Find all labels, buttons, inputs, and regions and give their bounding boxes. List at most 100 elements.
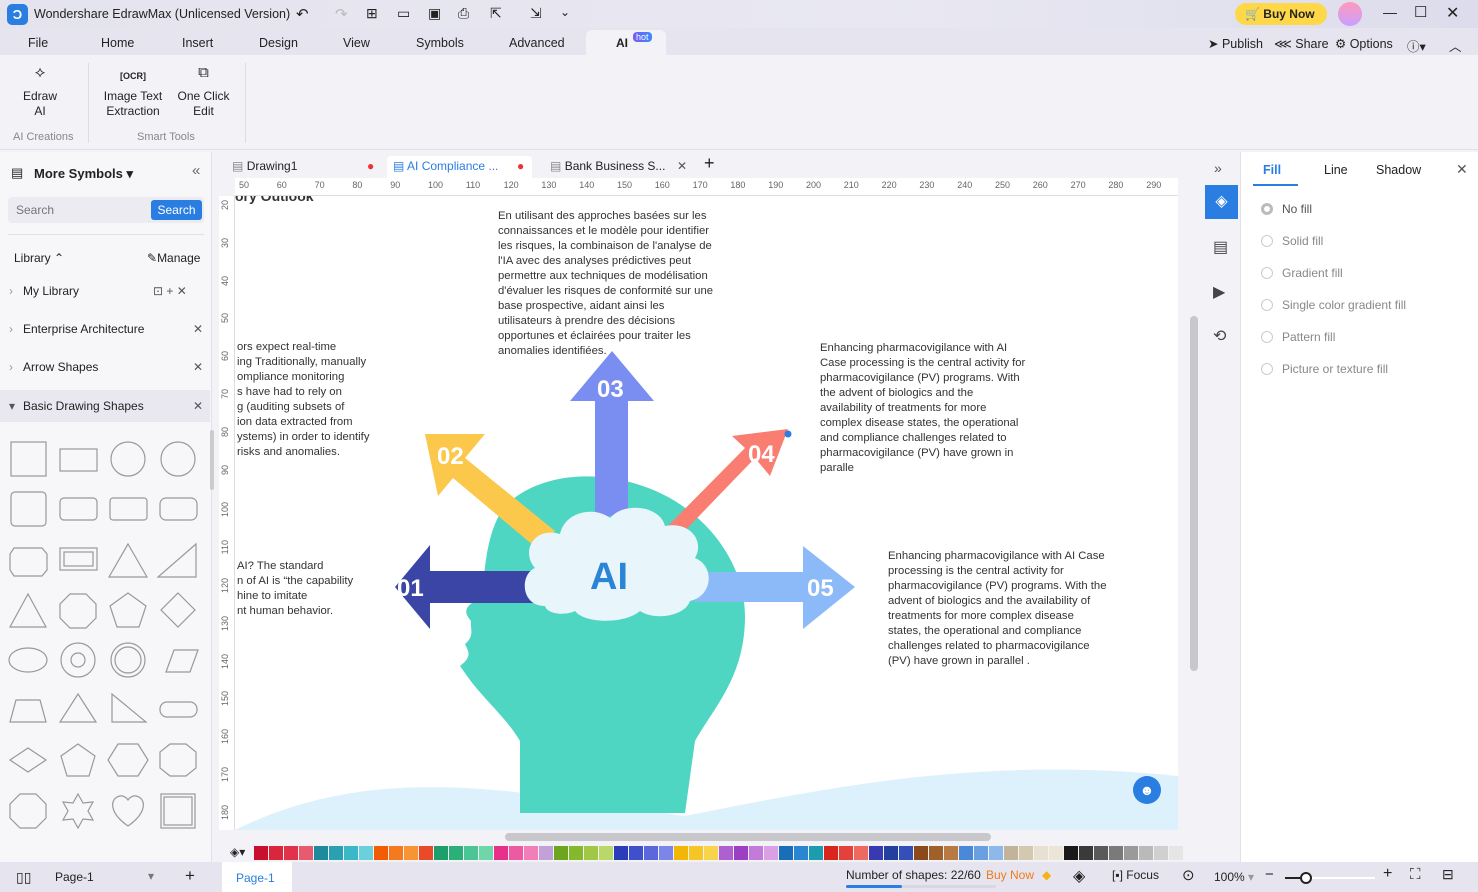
color-swatch[interactable] [929, 846, 943, 860]
color-swatch[interactable] [554, 846, 568, 860]
color-swatch[interactable] [704, 846, 718, 860]
color-swatch[interactable] [1019, 846, 1033, 860]
color-swatch[interactable] [689, 846, 703, 860]
ai-diagram[interactable]: AI 01 02 03 04 05 [235, 196, 1178, 830]
color-swatch[interactable] [614, 846, 628, 860]
open-folder-icon[interactable]: ▭ [397, 5, 410, 22]
shape-pentagon[interactable] [109, 592, 147, 628]
color-swatch[interactable] [404, 846, 418, 860]
option-no-fill[interactable]: No fill [1261, 202, 1312, 216]
shape-rounded-rectangle[interactable] [159, 497, 198, 521]
color-swatch[interactable] [1094, 846, 1108, 860]
color-swatch[interactable] [389, 846, 403, 860]
minimize-icon[interactable]: — [1383, 4, 1397, 20]
redo-icon[interactable]: ↷ [335, 5, 348, 23]
shape-flat-diamond[interactable] [8, 747, 48, 773]
color-swatch[interactable] [479, 846, 493, 860]
shape-star[interactable] [61, 792, 95, 830]
shape-pentagon[interactable] [60, 743, 96, 777]
color-swatch[interactable] [989, 846, 1003, 860]
color-swatch[interactable] [1139, 846, 1153, 860]
import-icon[interactable]: ⇲ [530, 5, 542, 22]
close-tab-icon[interactable]: ✕ [677, 159, 687, 173]
color-swatch[interactable] [254, 846, 268, 860]
color-swatch[interactable] [1109, 846, 1123, 860]
shape-circle[interactable] [160, 441, 196, 477]
color-swatch[interactable] [659, 846, 673, 860]
color-swatch[interactable] [1169, 846, 1183, 860]
selection-handle[interactable] [784, 430, 792, 438]
shape-diamond[interactable] [160, 592, 196, 628]
ai-assistant-icon[interactable]: ☻ [1133, 776, 1161, 804]
color-swatch[interactable] [1049, 846, 1063, 860]
collapse-ribbon-icon[interactable]: ︿ [1449, 36, 1462, 55]
color-swatch[interactable] [509, 846, 523, 860]
color-swatch[interactable] [734, 846, 748, 860]
expand-panel-icon[interactable]: » [1214, 160, 1222, 176]
color-swatch[interactable] [884, 846, 898, 860]
color-swatch[interactable] [524, 846, 538, 860]
collapse-panel-icon[interactable]: « [192, 162, 200, 179]
shape-double-circle[interactable] [110, 642, 146, 678]
fit-width-icon[interactable]: ⊟ [1442, 866, 1454, 883]
tab-ai-compliance[interactable]: ▤ AI Compliance ... ● [387, 156, 532, 178]
search-button[interactable]: Search [151, 200, 202, 220]
color-swatch[interactable] [854, 846, 868, 860]
history-icon[interactable]: ⟲ [1213, 326, 1226, 346]
library-item-basic-drawing-shapes[interactable]: ▾ Basic Drawing Shapes ✕ [0, 390, 210, 422]
edraw-ai-button[interactable]: ⟡ Edraw AI [18, 65, 62, 119]
shape-right-triangle[interactable] [156, 542, 197, 578]
vertical-scrollbar[interactable] [1186, 196, 1202, 830]
color-swatch[interactable] [1124, 846, 1138, 860]
color-swatch[interactable] [449, 846, 463, 860]
color-swatch[interactable] [569, 846, 583, 860]
color-swatch[interactable] [764, 846, 778, 860]
new-tab-icon[interactable]: + [704, 153, 715, 174]
publish-button[interactable]: ➤ Publish [1208, 36, 1263, 51]
help-icon[interactable]: ⓘ▾ [1407, 36, 1426, 55]
search-input[interactable] [8, 197, 148, 223]
menu-advanced[interactable]: Advanced [509, 36, 565, 50]
undo-icon[interactable]: ↶ [296, 5, 309, 23]
menu-insert[interactable]: Insert [182, 36, 213, 50]
color-swatch[interactable] [584, 846, 598, 860]
menu-design[interactable]: Design [259, 36, 298, 50]
status-buy-now-link[interactable]: Buy Now [986, 868, 1034, 882]
presentation-icon[interactable]: ▶ [1213, 282, 1225, 302]
color-swatch[interactable] [344, 846, 358, 860]
zoom-out-icon[interactable]: − [1265, 866, 1274, 883]
option-solid-fill[interactable]: Solid fill [1261, 234, 1323, 248]
shape-trapezoid[interactable] [9, 699, 47, 723]
buy-now-button[interactable]: 🛒 Buy Now [1235, 3, 1327, 25]
color-swatch[interactable] [749, 846, 763, 860]
zoom-select[interactable]: 100% ▾ [1214, 870, 1254, 884]
shape-ellipse[interactable] [8, 647, 48, 673]
shape-capsule[interactable] [159, 701, 198, 718]
play-icon[interactable]: ⊙ [1182, 866, 1195, 884]
tab-bank-business[interactable]: ▤ Bank Business S... ✕ [550, 156, 690, 178]
page-select[interactable]: Page-1 ▾ [48, 867, 163, 887]
color-swatch[interactable] [869, 846, 883, 860]
vertical-scroll-thumb[interactable] [1190, 316, 1198, 671]
color-swatch[interactable] [974, 846, 988, 860]
shape-octagon[interactable] [59, 593, 97, 629]
menu-file[interactable]: File [28, 36, 48, 50]
option-picture-fill[interactable]: Picture or texture fill [1261, 362, 1388, 376]
manage-button[interactable]: ✎Manage [147, 251, 200, 265]
share-button[interactable]: ⋘ Share [1274, 36, 1329, 51]
add-page-icon[interactable]: + [185, 866, 195, 886]
image-text-extraction-button[interactable]: [OCR] Image Text Extraction [102, 65, 164, 119]
color-swatch[interactable] [914, 846, 928, 860]
more-icon[interactable]: ⌄ [560, 5, 570, 19]
color-swatch[interactable] [374, 846, 388, 860]
color-swatch[interactable] [1079, 846, 1093, 860]
menu-ai-tab[interactable]: AI hot [586, 30, 666, 55]
color-swatch[interactable] [329, 846, 343, 860]
export-icon[interactable]: ⇱ [490, 5, 502, 22]
color-swatch[interactable] [599, 846, 613, 860]
color-swatch[interactable] [899, 846, 913, 860]
color-swatch[interactable] [779, 846, 793, 860]
color-swatch[interactable] [1154, 846, 1168, 860]
shape-snip-rectangle[interactable] [9, 547, 48, 577]
color-swatch[interactable] [434, 846, 448, 860]
